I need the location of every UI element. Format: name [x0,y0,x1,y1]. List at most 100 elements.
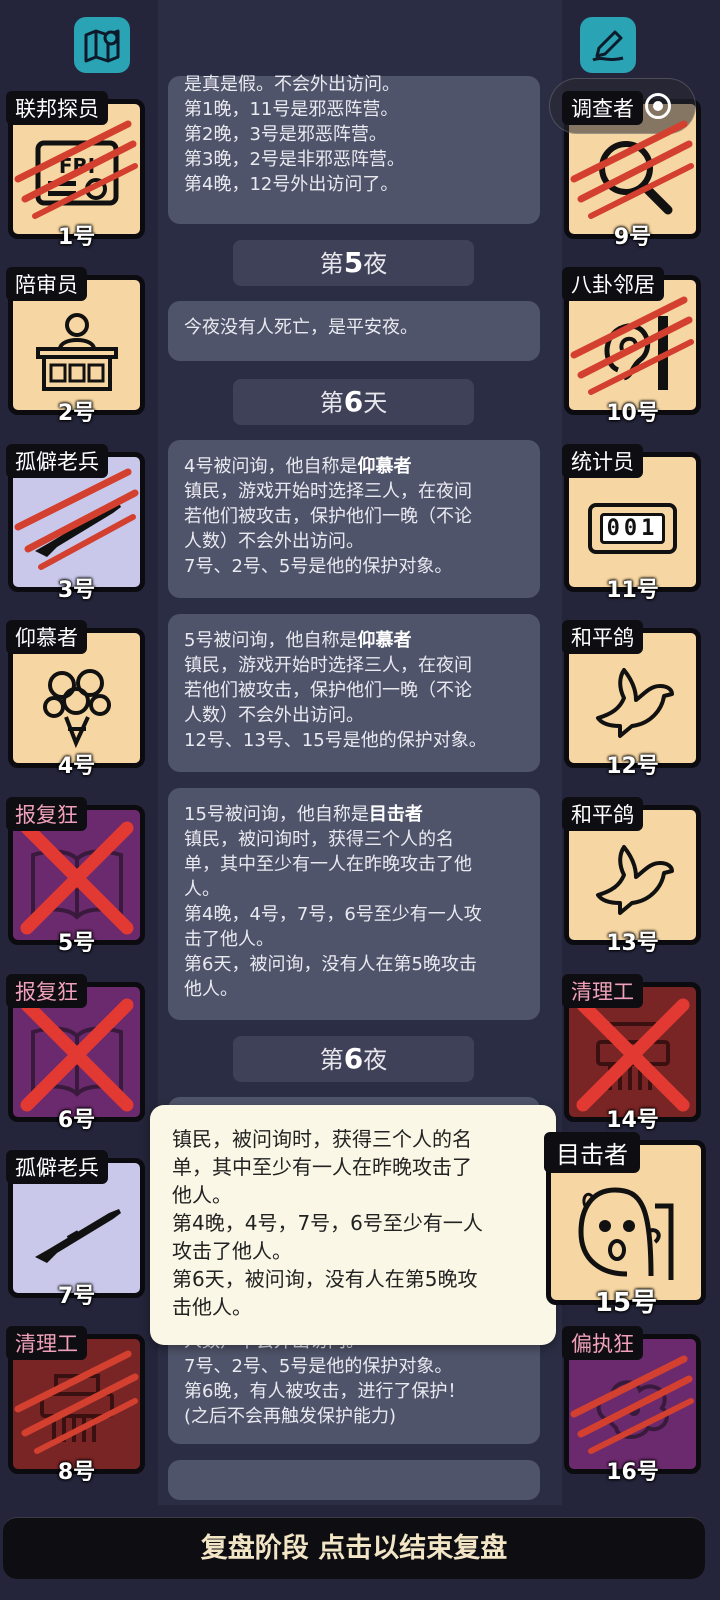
log-line: 是真是假。不会外出访问。 [184,74,400,95]
role-label: 清理工 [562,974,643,1008]
log-message: 是真是假。不会外出访问。 第1晚，11号是邪恶阵营。 第2晚，3号是邪恶阵营。 … [168,74,540,224]
role-label: 偏执狂 [562,1326,643,1360]
juror-icon [13,292,140,410]
note-edit-icon [592,30,624,62]
shredder-icon [13,1351,140,1469]
log-line: 第6晚，有人被攻击，进行了保护！ [184,1381,466,1402]
player-number: 15号 [594,1288,658,1318]
player-card-1[interactable]: FBI 联邦探员 1号 [6,91,145,250]
player-number: 13号 [606,931,659,956]
player-card-16[interactable]: 偏执狂 16号 [562,1326,701,1485]
role-label: 联邦探员 [6,91,108,125]
tooltip-line: 单，其中至少有一人在昨晚攻击了 [172,1155,472,1179]
log-line: 第3晚，2号是非邪恶阵营。 [184,149,405,170]
log-message: 15号被问询，他自称是目击者 镇民，被问询时，获得三个人的名 单，其中至少有一人… [168,788,540,1020]
log-line: 第1晚，11号是邪恶阵营。 [184,99,399,120]
witness-face-icon [551,1161,701,1300]
player-card-6[interactable]: 报复狂 6号 [6,974,145,1133]
player-number: 6号 [57,1108,96,1133]
player-number: 14号 [606,1108,659,1133]
log-line: 人数）不会外出访问。 [184,531,364,552]
svg-text:FBI: FBI [58,154,94,178]
tooltip-line: 攻击了他人。 [172,1239,292,1263]
player-number: 12号 [606,754,659,779]
log-line: 第4晚，12号外出访问了。 [184,174,399,195]
log-line: 15号被问询，他自称是目击者 [184,804,423,825]
player-card-5[interactable]: 报复狂 5号 [6,797,145,956]
flower-bouquet-icon [13,645,140,763]
map-icon [84,29,120,63]
book-icon [13,999,140,1117]
shredder-icon [569,999,696,1117]
log-line: (之后不会再触发保护能力) [184,1406,397,1427]
player-card-14[interactable]: 清理工 14号 [562,974,701,1133]
log-line: 镇民，游戏开始时选择三人，在夜间 [184,481,472,502]
rifle-icon [13,469,140,587]
role-label: 八卦邻居 [562,267,664,301]
tooltip-line: 他人。 [172,1183,232,1207]
role-label: 调查者 [562,91,643,125]
log-line: 击了他人。 [184,929,274,950]
log-line: 单，其中至少有一人在昨晚攻击了他 [184,854,472,875]
role-label: 清理工 [6,1326,87,1360]
rifle-icon [13,1175,140,1293]
log-message: 4号被问询，他自称是仰慕者 镇民，游戏开始时选择三人，在夜间 若他们被攻击，保护… [168,440,540,598]
dove-icon [569,645,696,763]
player-card-2[interactable]: 陪审员 2号 [6,267,145,426]
role-label: 目击者 [544,1132,640,1173]
player-number: 16号 [606,1460,659,1485]
claimed-role: 仰慕者 [357,630,412,651]
log-line: 若他们被攻击，保护他们一晚（不论 [184,680,472,701]
player-card-10[interactable]: 八卦邻居 10号 [562,267,701,426]
log-line: 12号、13号、15号是他的保护对象。 [184,730,487,751]
player-card-7[interactable]: 孤僻老兵 7号 [6,1150,145,1309]
role-label: 仰慕者 [6,620,87,654]
log-line: 7号、2号、5号是他的保护对象。 [184,1356,453,1377]
player-number: 11号 [606,578,659,603]
player-number: 7号 [57,1284,96,1309]
dove-icon [569,822,696,940]
role-label: 孤僻老兵 [6,444,108,478]
map-button[interactable] [74,17,130,73]
tooltip-line: 第6天，被问询，没有人在第5晚攻 [172,1267,478,1291]
role-label: 统计员 [562,444,643,478]
player-number: 3号 [57,578,96,603]
log-line: 若他们被攻击，保护他们一晚（不论 [184,506,472,527]
paranoid-icon [569,1351,696,1469]
phase-header-day-6: 第6天 [233,379,474,425]
player-card-8[interactable]: 清理工 8号 [6,1326,145,1485]
player-card-13[interactable]: 和平鸽 13号 [562,797,701,956]
tooltip-line: 击他人。 [172,1295,252,1319]
claimed-role: 目击者 [368,804,423,825]
log-line: 5号被问询，他自称是仰慕者 [184,630,412,651]
player-card-3[interactable]: 孤僻老兵 3号 [6,444,145,603]
log-line: 4号被问询，他自称是仰慕者 [184,456,412,477]
role-label: 报复狂 [6,797,87,831]
tooltip-line: 镇民，被问询时，获得三个人的名 [172,1127,472,1151]
role-label: 孤僻老兵 [6,1150,108,1184]
log-message: 今夜没有人死亡，是平安夜。 [168,301,540,361]
player-number: 8号 [57,1460,96,1485]
counter-icon: 001 [569,469,696,587]
player-number: 1号 [57,225,96,250]
log-line: 镇民，游戏开始时选择三人，在夜间 [184,655,472,676]
close-target-icon[interactable] [645,93,672,119]
book-icon [13,822,140,940]
role-label: 陪审员 [6,267,87,301]
player-number: 9号 [613,225,652,250]
log-message [168,1460,540,1500]
log-line: 他人。 [184,979,238,1000]
fbi-badge-icon: FBI [13,116,140,234]
ear-wall-icon [569,292,696,410]
end-replay-button[interactable]: 复盘阶段 点击以结束复盘 [3,1517,705,1579]
player-card-11[interactable]: 001 统计员 11号 [562,444,701,603]
player-card-15[interactable]: 目击者 15号 [544,1132,706,1318]
player-card-12[interactable]: 和平鸽 12号 [562,620,701,779]
player-card-4[interactable]: 仰慕者 4号 [6,620,145,779]
notes-button[interactable] [580,17,636,73]
tooltip-line: 第4晚，4号，7号，6号至少有一人 [172,1211,483,1235]
log-line: 今夜没有人死亡，是平安夜。 [184,317,418,338]
player-number: 5号 [57,931,96,956]
log-line: 镇民，被问询时，获得三个人的名 [184,829,454,850]
player-number: 10号 [606,401,659,426]
